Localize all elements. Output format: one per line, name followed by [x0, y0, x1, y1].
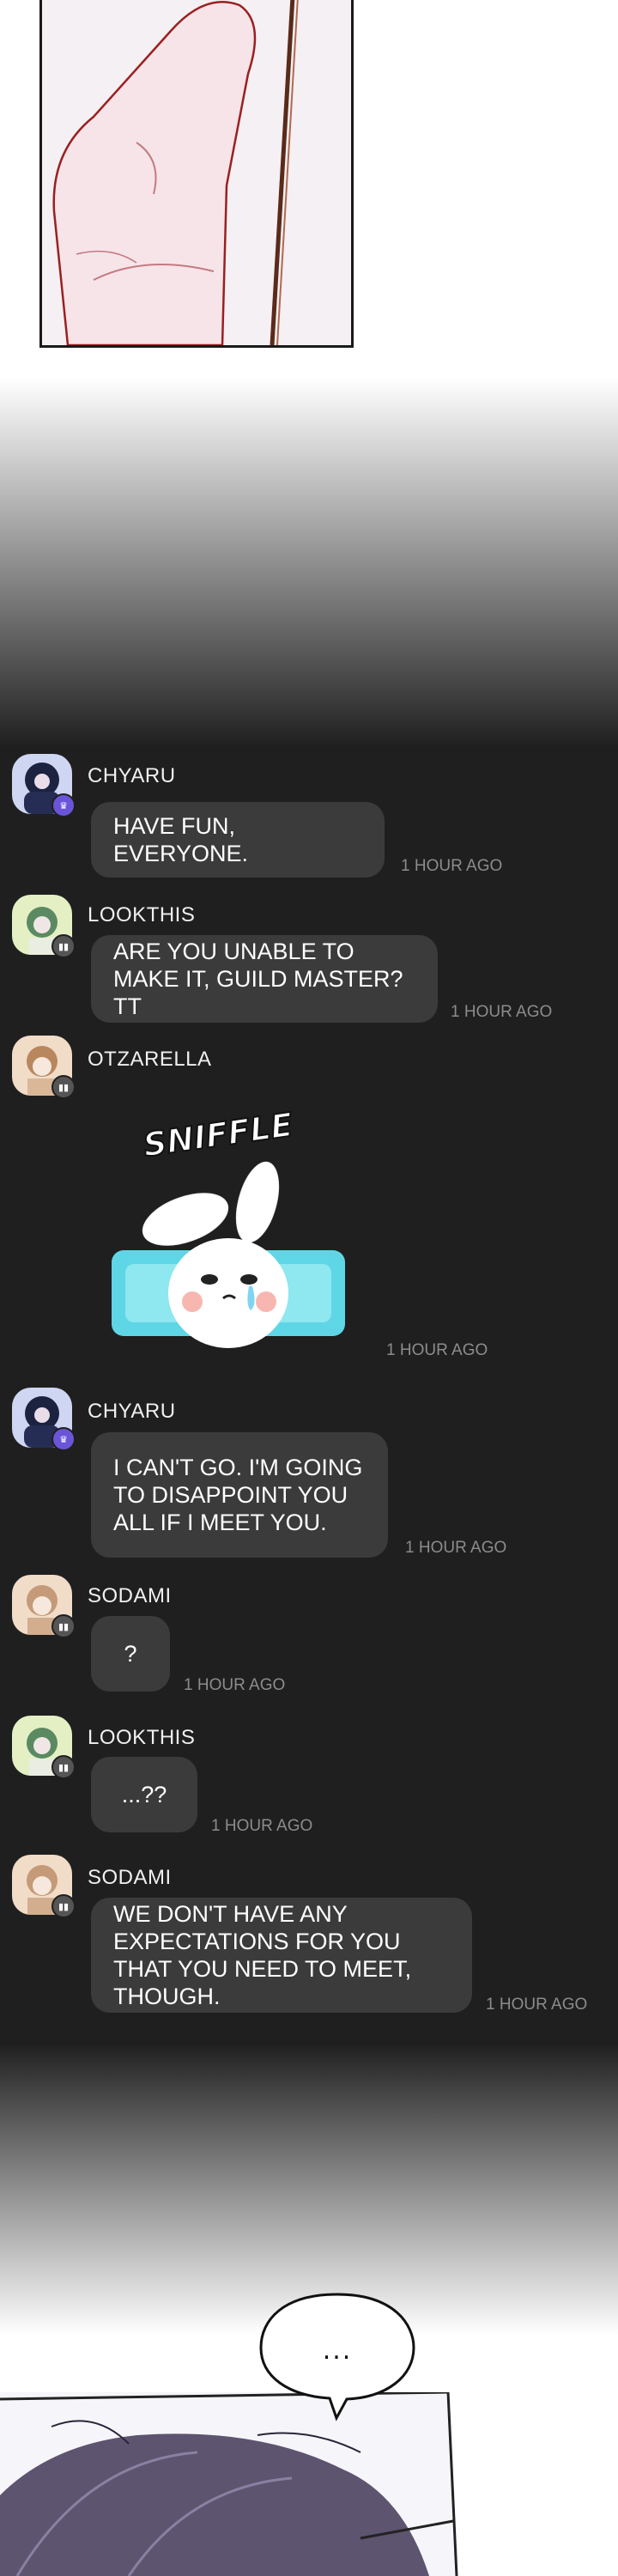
bottom-comic-panel — [0, 2392, 618, 2576]
member-badge-icon: ▮▮ — [52, 934, 76, 958]
username: SODAMI — [88, 1584, 172, 1607]
username: LOOKTHIS — [88, 1726, 196, 1749]
timestamp: 1 HOUR AGO — [486, 1996, 588, 2014]
member-badge-icon: ▮▮ — [52, 1755, 76, 1779]
message-bubble[interactable]: ARE YOU UNABLE TO MAKE IT, GUILD MASTER?… — [91, 935, 438, 1023]
message-bubble[interactable]: ? — [91, 1616, 170, 1692]
speech-bubble-text: ... — [322, 2336, 353, 2366]
crown-badge-icon: ♛ — [52, 793, 76, 817]
chat-message: ▮▮ — [12, 1575, 76, 1638]
message-bubble[interactable]: HAVE FUN, EVERYONE. — [91, 802, 385, 878]
top-comic-panel — [39, 0, 354, 348]
timestamp: 1 HOUR AGO — [184, 1676, 286, 1694]
character-hair-illustration-icon — [0, 2392, 458, 2576]
username: OTZARELLA — [88, 1048, 212, 1071]
chat-message: ▮▮ — [12, 895, 76, 958]
member-badge-icon: ▮▮ — [52, 1894, 76, 1918]
username: CHYARU — [88, 764, 176, 787]
hand-illustration-icon — [42, 0, 351, 345]
chat-message: ▮▮ — [12, 1036, 76, 1099]
message-bubble[interactable]: WE DON'T HAVE ANY EXPECTATIONS FOR YOU T… — [91, 1898, 472, 2013]
sticker-caption: SNIFFLE — [141, 1106, 295, 1164]
chat-message: ♛ — [12, 754, 76, 817]
username: CHYARU — [88, 1400, 176, 1423]
chat-message: ♛ — [12, 1388, 76, 1451]
crying-bunny-sticker-icon[interactable]: SNIFFLE — [106, 1099, 355, 1357]
chat-message: ▮▮ — [12, 1716, 76, 1779]
username: LOOKTHIS — [88, 903, 196, 927]
timestamp: 1 HOUR AGO — [386, 1341, 488, 1359]
member-badge-icon: ▮▮ — [52, 1614, 76, 1638]
timestamp: 1 HOUR AGO — [401, 857, 503, 875]
member-badge-icon: ▮▮ — [52, 1075, 76, 1099]
timestamp: 1 HOUR AGO — [405, 1539, 507, 1557]
top-gradient-fade — [0, 378, 618, 747]
timestamp: 1 HOUR AGO — [211, 1817, 313, 1835]
message-bubble[interactable]: I CAN'T GO. I'M GOING TO DISAPPOINT YOU … — [91, 1432, 388, 1558]
chat-message: ▮▮ — [12, 1855, 76, 1918]
username: SODAMI — [88, 1866, 172, 1889]
crown-badge-icon: ♛ — [52, 1427, 76, 1451]
timestamp: 1 HOUR AGO — [451, 1003, 553, 1021]
message-bubble[interactable]: ...?? — [91, 1757, 197, 1832]
